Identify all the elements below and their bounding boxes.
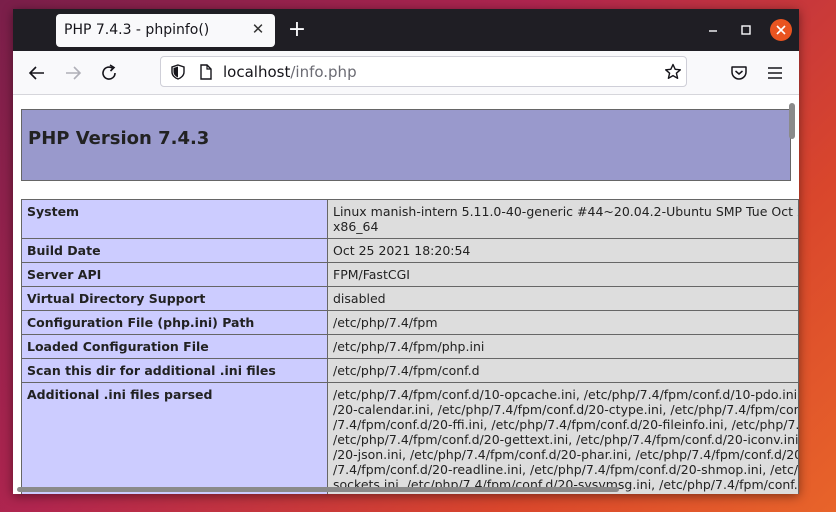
navigation-toolbar: localhost/info.php xyxy=(13,51,799,95)
table-row: Configuration File (php.ini) Path/etc/ph… xyxy=(21,310,799,335)
url-path: /info.php xyxy=(290,63,357,81)
table-row: Server API FPM/FastCGI xyxy=(21,262,799,287)
row-value-line: /20-json.ini, /etc/php/7.4/fpm/conf.d/20… xyxy=(333,447,799,462)
row-label: Build Date xyxy=(21,238,328,263)
back-arrow-icon[interactable] xyxy=(25,61,49,85)
forward-arrow-icon[interactable] xyxy=(61,61,85,85)
row-value-line: /etc/php/7.4/fpm/php.ini xyxy=(333,339,485,354)
php-header: PHP Version 7.4.3 xyxy=(21,109,791,181)
row-value: Oct 25 2021 18:20:54 xyxy=(327,238,799,263)
star-icon[interactable] xyxy=(663,62,683,82)
row-value-line: /etc/php/7.4/fpm/conf.d xyxy=(333,363,480,378)
row-value-line: /etc/php/7.4/fpm/conf.d/20-gettext.ini, … xyxy=(333,432,799,447)
row-value-line: Oct 25 2021 18:20:54 xyxy=(333,243,471,258)
row-value: disabled xyxy=(327,286,799,311)
row-label: System xyxy=(21,199,328,239)
url-text[interactable]: localhost/info.php xyxy=(223,63,357,81)
tab-active[interactable]: PHP 7.4.3 - phpinfo() ✕ xyxy=(56,14,275,47)
row-value: Linux manish-intern 5.11.0-40-generic #4… xyxy=(327,199,799,239)
row-label: Additional .ini files parsed xyxy=(21,382,328,494)
vertical-scrollbar[interactable] xyxy=(789,103,795,139)
row-label: Configuration File (php.ini) Path xyxy=(21,310,328,335)
page-content: PHP Version 7.4.3 System Linux manish-int… xyxy=(13,95,799,494)
minimize-icon[interactable] xyxy=(703,20,723,40)
window-close-icon[interactable] xyxy=(770,19,792,41)
horizontal-scrollbar[interactable] xyxy=(17,487,619,492)
table-row: Build Date Oct 25 2021 18:20:54 xyxy=(21,238,799,263)
reload-icon[interactable] xyxy=(97,61,121,85)
row-label: Server API xyxy=(21,262,328,287)
tab-strip: PHP 7.4.3 - phpinfo() ✕ + xyxy=(13,9,799,51)
row-value-line: Linux manish-intern 5.11.0-40-generic #4… xyxy=(333,204,799,219)
table-row: Loaded Configuration File/etc/php/7.4/fp… xyxy=(21,334,799,359)
row-value: /etc/php/7.4/fpm/conf.d/10-opcache.ini, … xyxy=(327,382,799,494)
page-title: PHP Version 7.4.3 xyxy=(28,128,210,149)
new-tab-icon[interactable]: + xyxy=(285,18,309,42)
row-value: /etc/php/7.4/fpm/php.ini xyxy=(327,334,799,359)
browser-window: PHP 7.4.3 - phpinfo() ✕ + localhost/info… xyxy=(13,9,799,494)
row-value-line: /7.4/fpm/conf.d/20-readline.ini, /etc/ph… xyxy=(333,462,799,477)
address-bar[interactable]: localhost/info.php xyxy=(160,56,687,87)
row-value-line: /7.4/fpm/conf.d/20-ffi.ini, /etc/php/7.4… xyxy=(333,417,799,432)
pocket-icon[interactable] xyxy=(727,61,751,85)
row-value-line: x86_64 xyxy=(333,219,379,234)
row-value: /etc/php/7.4/fpm xyxy=(327,310,799,335)
shield-icon[interactable] xyxy=(169,63,187,81)
tab-close-icon[interactable]: ✕ xyxy=(247,18,269,40)
row-label: Virtual Directory Support xyxy=(21,286,328,311)
url-host: localhost xyxy=(223,63,291,81)
row-value-line: /etc/php/7.4/fpm xyxy=(333,315,438,330)
row-value-line: /etc/php/7.4/fpm/conf.d/10-opcache.ini, … xyxy=(333,387,799,402)
maximize-icon[interactable] xyxy=(736,20,756,40)
row-value: /etc/php/7.4/fpm/conf.d xyxy=(327,358,799,383)
table-row: Additional .ini files parsed/etc/php/7.4… xyxy=(21,382,799,494)
table-row: Virtual Directory Support disabled xyxy=(21,286,799,311)
hamburger-menu-icon[interactable] xyxy=(763,61,787,85)
row-value-line: FPM/FastCGI xyxy=(333,267,410,282)
row-value-line: disabled xyxy=(333,291,386,306)
info-table: System Linux manish-intern 5.11.0-40-gene… xyxy=(21,199,799,494)
table-row: Scan this dir for additional .ini files /… xyxy=(21,358,799,383)
row-label: Scan this dir for additional .ini files xyxy=(21,358,328,383)
page-icon[interactable] xyxy=(197,63,215,81)
tab-title: PHP 7.4.3 - phpinfo() xyxy=(64,22,210,38)
row-label: Loaded Configuration File xyxy=(21,334,328,359)
row-value-line: /20-calendar.ini, /etc/php/7.4/fpm/conf.… xyxy=(333,402,799,417)
table-row: System Linux manish-intern 5.11.0-40-gene… xyxy=(21,199,799,239)
row-value: FPM/FastCGI xyxy=(327,262,799,287)
